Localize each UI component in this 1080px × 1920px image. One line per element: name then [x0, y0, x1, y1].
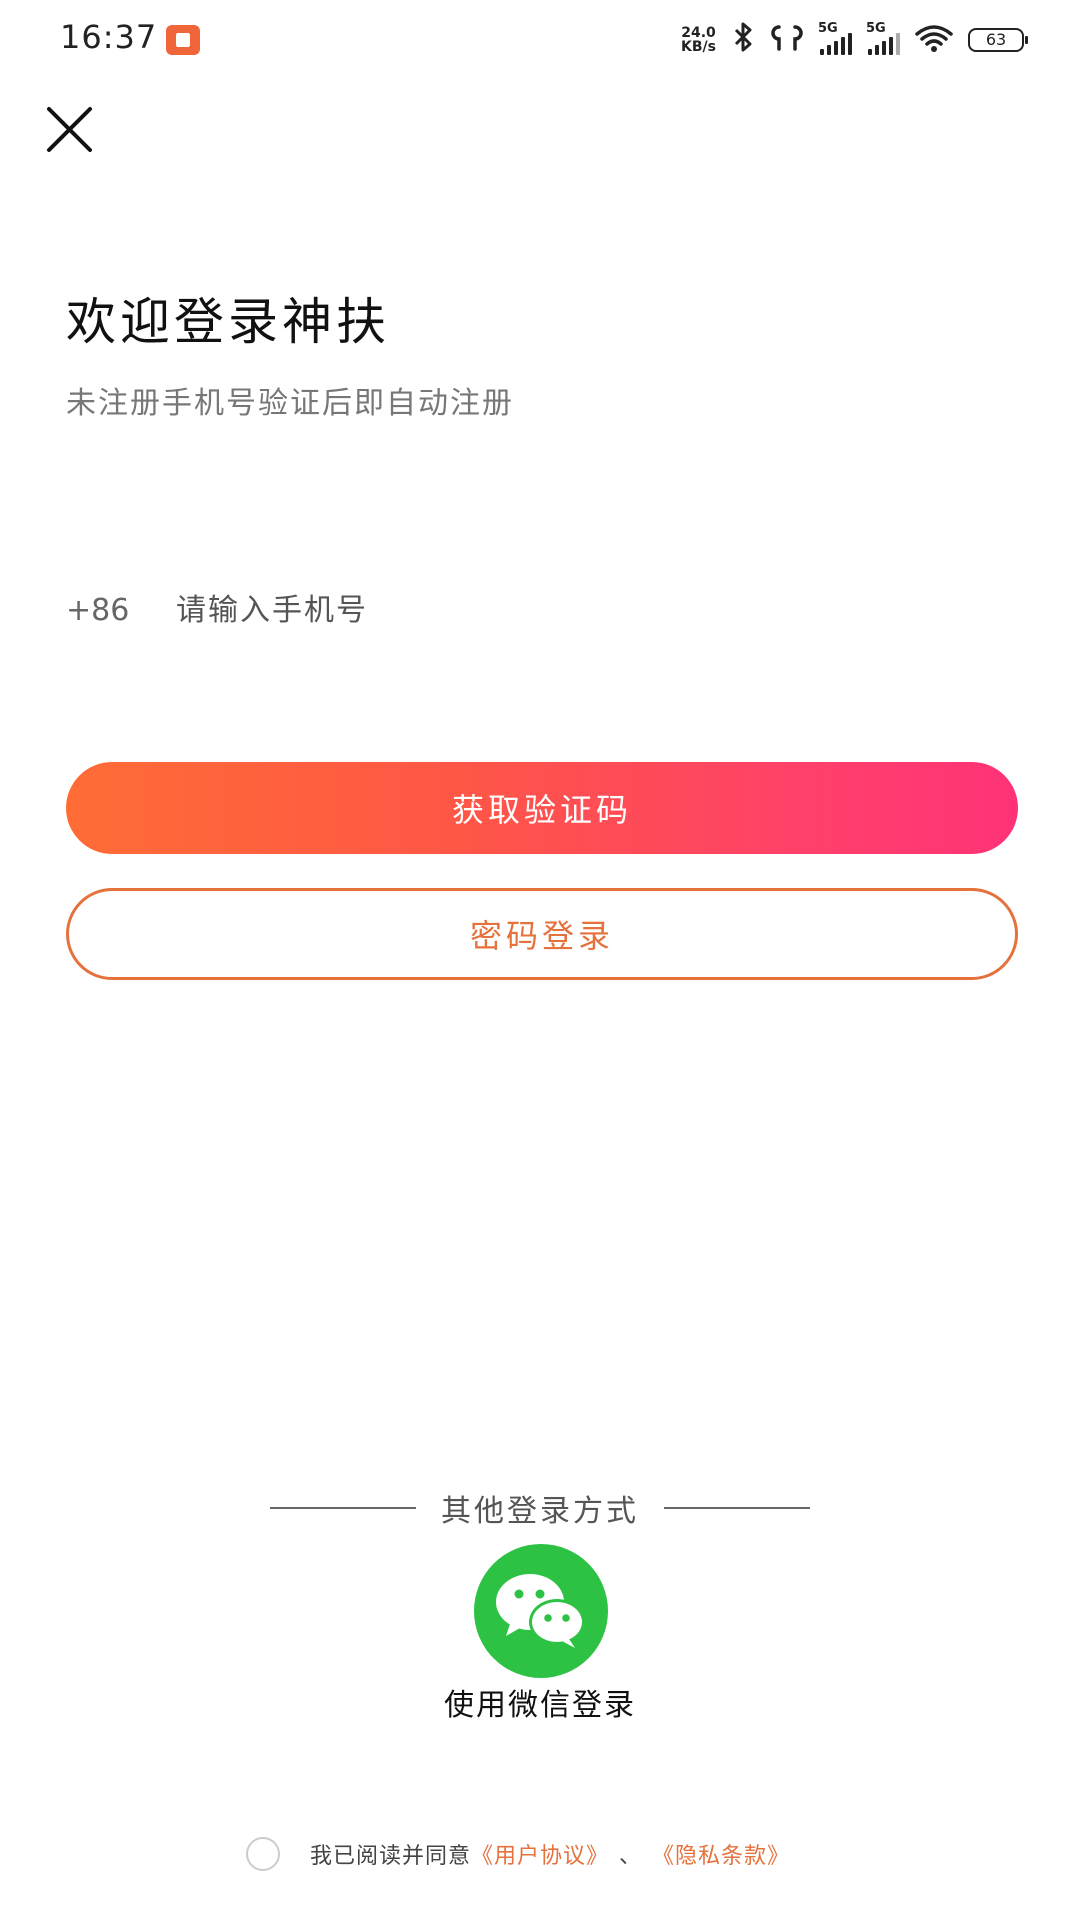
- status-bar: 16:37 24.0 KB/s 5G 5G 63: [0, 0, 1080, 80]
- password-login-button[interactable]: 密码登录: [66, 888, 1018, 980]
- agreement-checkbox[interactable]: [246, 1837, 280, 1871]
- wechat-login-button[interactable]: [474, 1544, 608, 1678]
- divider-right: [664, 1507, 810, 1509]
- earbuds-icon: [770, 23, 804, 57]
- close-button[interactable]: [40, 100, 100, 160]
- network-speed-unit: KB/s: [681, 39, 716, 55]
- user-agreement-link[interactable]: 《用户协议》: [471, 1838, 609, 1870]
- country-code[interactable]: +86: [66, 593, 176, 628]
- bluetooth-icon: [730, 22, 756, 58]
- privacy-policy-link[interactable]: 《隐私条款》: [652, 1838, 790, 1870]
- phone-input-row: +86: [66, 580, 1014, 640]
- notification-icon: [166, 25, 200, 55]
- page-title: 欢迎登录神扶: [66, 293, 390, 351]
- phone-input[interactable]: [176, 592, 876, 628]
- other-login-section: 其他登录方式: [270, 1486, 810, 1530]
- battery-icon: 63: [968, 28, 1028, 52]
- agreement-separator: 、: [619, 1844, 643, 1869]
- agreement-prefix: 我已阅读并同意: [310, 1844, 472, 1869]
- page-subtitle: 未注册手机号验证后即自动注册: [66, 386, 514, 421]
- status-icons: 24.0 KB/s 5G 5G 63: [681, 20, 1028, 60]
- signal-tag-1: 5G: [818, 21, 838, 36]
- signal-icon-1: 5G: [818, 21, 852, 55]
- other-login-label: 其他登录方式: [441, 1494, 639, 1529]
- signal-tag-2: 5G: [866, 21, 886, 36]
- divider-left: [270, 1507, 416, 1509]
- network-speed: 24.0 KB/s: [681, 26, 716, 54]
- network-speed-value: 24.0: [681, 25, 716, 41]
- wechat-icon: [496, 1574, 585, 1648]
- signal-icon-2: 5G: [866, 21, 900, 55]
- close-icon: [47, 107, 92, 152]
- agreement-row: 我已阅读并同意 《用户协议》 、 《隐私条款》: [246, 1834, 790, 1874]
- wechat-login-label: 使用微信登录: [444, 1688, 636, 1723]
- wifi-icon: [914, 23, 954, 57]
- status-time: 16:37: [60, 18, 158, 56]
- get-code-button[interactable]: 获取验证码: [66, 762, 1018, 854]
